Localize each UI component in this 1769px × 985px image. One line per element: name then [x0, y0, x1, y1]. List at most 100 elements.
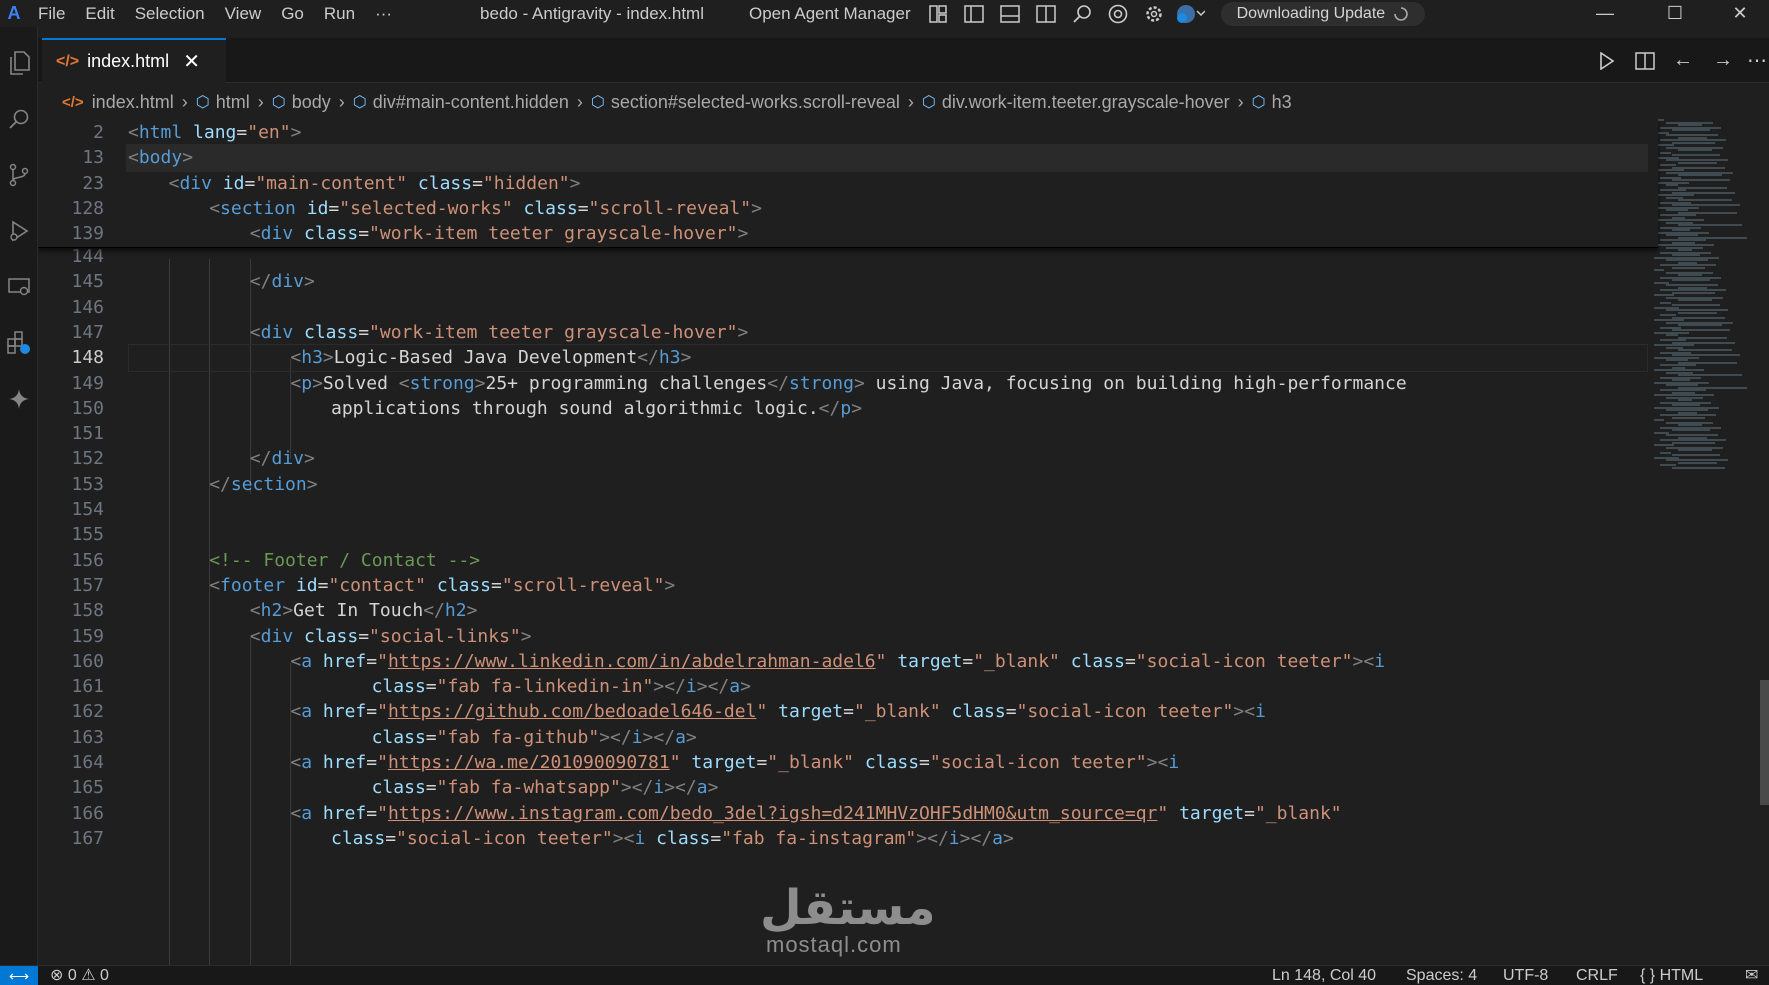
- breadcrumb-item-selected-works[interactable]: ⬡ section#selected-works.scroll-reveal: [591, 92, 900, 113]
- line-ending[interactable]: CRLF: [1576, 966, 1618, 985]
- sticky-scroll-line[interactable]: 139 <div class="work-item teeter grayscal…: [38, 220, 1658, 248]
- run-debug-icon[interactable]: [0, 211, 38, 251]
- breadcrumb-item-work-item[interactable]: ⬡ div.work-item.teeter.grayscale-hover: [922, 92, 1230, 113]
- code-line[interactable]: 159 <div class="social-links">: [38, 623, 1658, 651]
- code-token: a: [696, 777, 708, 799]
- sticky-scroll-line[interactable]: 13 <body>: [38, 144, 1658, 172]
- code-token: class: [523, 197, 578, 219]
- code-line[interactable]: 160 <a href="https://www.linkedin.com/in/…: [38, 648, 1658, 676]
- notifications-bell-icon[interactable]: ✉: [1745, 966, 1758, 985]
- code-token: <: [290, 802, 302, 824]
- code-line[interactable]: 145 </div>: [38, 268, 1658, 296]
- explorer-icon[interactable]: [0, 43, 38, 83]
- breadcrumb-item-body[interactable]: ⬡ body: [272, 92, 331, 113]
- menu-edit[interactable]: Edit: [75, 0, 124, 27]
- minimize-button[interactable]: —: [1575, 0, 1635, 27]
- toggle-sidebar-icon[interactable]: [959, 0, 989, 27]
- agent-sparkle-icon[interactable]: [0, 379, 38, 419]
- code-line[interactable]: 149 <p>Solved <strong>25+ programming cha…: [38, 370, 1658, 398]
- code-line[interactable]: 148 <h3>Logic-Based Java Development</h3>: [38, 344, 1658, 372]
- search-icon[interactable]: [1067, 0, 1097, 27]
- code-token: a: [729, 676, 741, 698]
- split-editor-icon[interactable]: [1626, 38, 1664, 83]
- code-line[interactable]: 163 class="fab fa-github"></i></a>: [38, 724, 1658, 752]
- code-line[interactable]: 150 applications through sound algorithmi…: [38, 395, 1658, 423]
- code-editor[interactable]: 144 145 </div> 146 147 <div class="work-item …: [38, 119, 1769, 965]
- settings-icon[interactable]: [1139, 0, 1169, 27]
- breadcrumb-item-html[interactable]: ⬡ html: [196, 92, 250, 113]
- breadcrumb-item-file[interactable]: </> index.html: [62, 92, 174, 113]
- code-line[interactable]: 166 <a href="https://www.instagram.com/be…: [38, 800, 1658, 828]
- editor-tab-bar: </> index.html ✕ ← → ⋯: [38, 38, 1769, 83]
- update-label: Downloading Update: [1236, 4, 1386, 22]
- code-line[interactable]: 151: [38, 420, 1658, 448]
- chrome-icon[interactable]: [1103, 0, 1133, 27]
- code-token: =: [317, 574, 329, 596]
- code-token: ></: [599, 726, 632, 748]
- minimap-line: [1672, 441, 1715, 444]
- line-number: 13: [82, 147, 104, 169]
- encoding[interactable]: UTF-8: [1503, 966, 1548, 985]
- source-control-icon[interactable]: [0, 155, 38, 195]
- more-icon[interactable]: ⋯: [1738, 38, 1769, 83]
- code-line[interactable]: 165 class="fab fa-whatsapp"></i></a>: [38, 774, 1658, 802]
- close-tab-icon[interactable]: ✕: [183, 49, 200, 74]
- menu-more[interactable]: ···: [365, 0, 402, 27]
- extensions-icon[interactable]: [0, 323, 38, 363]
- code-token: a: [992, 827, 1003, 849]
- downloading-update-badge[interactable]: Downloading Update: [1220, 1, 1426, 26]
- remote-explorer-icon[interactable]: [0, 267, 38, 307]
- problems-indicator[interactable]: ⊗ 0 ⚠ 0: [50, 966, 109, 985]
- menu-selection[interactable]: Selection: [125, 0, 215, 27]
- code-line[interactable]: 153 </section>: [38, 471, 1658, 499]
- code-line[interactable]: 146: [38, 294, 1658, 322]
- tab-index-html[interactable]: </> index.html ✕: [42, 38, 226, 83]
- vertical-scrollbar[interactable]: [1760, 680, 1769, 805]
- code-line[interactable]: 158 <h2>Get In Touch</h2>: [38, 597, 1658, 625]
- close-window-button[interactable]: ✕: [1710, 0, 1769, 27]
- code-token: "fab fa-instagram": [721, 827, 917, 849]
- code-line[interactable]: 155: [38, 521, 1658, 549]
- toggle-secondary-sidebar-icon[interactable]: [1031, 0, 1061, 27]
- run-icon[interactable]: [1588, 38, 1626, 83]
- toggle-panel-icon[interactable]: [995, 0, 1025, 27]
- search-icon[interactable]: [0, 99, 38, 139]
- code-token: lang: [193, 122, 237, 143]
- sticky-scroll-line[interactable]: 128 <section id="selected-works" class="s…: [38, 195, 1658, 223]
- breadcrumb-item-h3[interactable]: ⬡ h3: [1252, 92, 1292, 113]
- code-line[interactable]: 152 </div>: [38, 445, 1658, 473]
- code-line[interactable]: 161 class="fab fa-linkedin-in"></i></a>: [38, 673, 1658, 701]
- code-line[interactable]: 164 <a href="https://wa.me/201090090781" …: [38, 749, 1658, 777]
- code-line[interactable]: 162 <a href="https://github.com/bedoadel6…: [38, 698, 1658, 726]
- code-line[interactable]: 147 <div class="work-item teeter grayscal…: [38, 319, 1658, 347]
- code-text: applications through sound algorithmic l…: [331, 395, 862, 423]
- minimap[interactable]: [1650, 119, 1760, 479]
- code-token: >: [737, 223, 749, 245]
- menu-file[interactable]: File: [28, 0, 75, 27]
- menu-view[interactable]: View: [215, 0, 272, 27]
- layout-icon[interactable]: [923, 0, 953, 27]
- code-line[interactable]: 157 <footer id="contact" class="scroll-re…: [38, 572, 1658, 600]
- breadcrumb-item-main-content[interactable]: ⬡ div#main-content.hidden: [353, 92, 569, 113]
- code-line[interactable]: 156 <!-- Footer / Contact -->: [38, 547, 1658, 575]
- remote-indicator-icon[interactable]: ⟷: [0, 966, 38, 985]
- menu-run[interactable]: Run: [314, 0, 365, 27]
- code-token: class: [1070, 650, 1125, 672]
- menu-go[interactable]: Go: [271, 0, 314, 27]
- maximize-button[interactable]: ☐: [1645, 0, 1705, 27]
- cursor-position[interactable]: Ln 148, Col 40: [1272, 966, 1376, 985]
- code-token: https://github.com/bedoadel646-del: [387, 701, 757, 723]
- language-mode[interactable]: { } HTML: [1640, 966, 1703, 985]
- code-line[interactable]: 167 class="social-icon teeter"><i class="…: [38, 825, 1658, 853]
- sticky-scroll-line[interactable]: 23 <div id="main-content" class="hidden">: [38, 170, 1658, 198]
- forward-icon[interactable]: →: [1704, 38, 1742, 83]
- indentation[interactable]: Spaces: 4: [1406, 966, 1477, 985]
- minimap-line: [1654, 419, 1664, 421]
- sticky-scroll-line[interactable]: 2 <html lang="en">: [38, 119, 1658, 147]
- code-line[interactable]: 154: [38, 496, 1658, 524]
- back-icon[interactable]: ←: [1664, 38, 1702, 83]
- account-icon[interactable]: [1175, 0, 1205, 27]
- open-agent-manager-button[interactable]: Open Agent Manager: [749, 4, 911, 24]
